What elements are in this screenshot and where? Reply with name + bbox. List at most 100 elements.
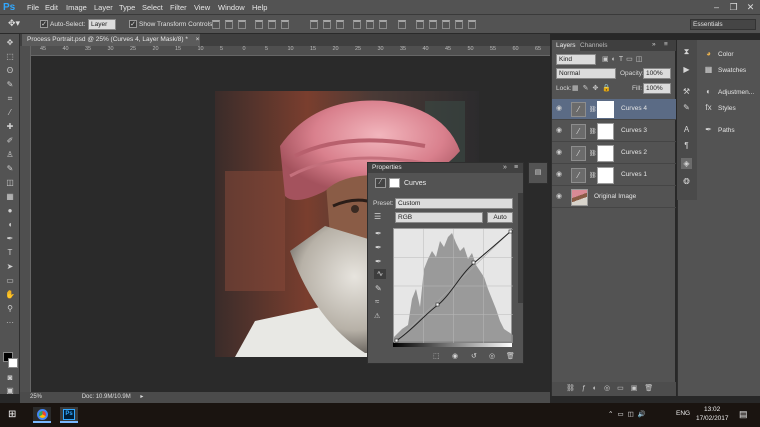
link-chain-icon[interactable]: ⛓ — [589, 106, 597, 113]
photoshop-taskbar-button[interactable]: Ps — [60, 407, 78, 423]
play-actions-icon[interactable]: ▶ — [681, 64, 692, 75]
align-vcenter-icon[interactable] — [225, 20, 233, 29]
clone-stamp-tool-icon[interactable]: ♙ — [4, 150, 16, 160]
kind-filter-dropdown[interactable]: Kind — [556, 54, 596, 65]
curves-adjustment-icon[interactable]: ⁄ — [375, 178, 386, 188]
image-thumbnail[interactable] — [571, 189, 588, 206]
distribute-bottom-icon[interactable] — [336, 20, 344, 29]
collapsed-panel-icon[interactable]: ▤ — [528, 162, 548, 184]
channel-dropdown[interactable]: RGB — [395, 212, 483, 223]
clock-time[interactable]: 13:02 — [704, 406, 720, 413]
dock-item-color[interactable]: Color — [718, 51, 734, 58]
layer-row[interactable]: ◉ ⁄ ⛓ Curves 3 — [552, 121, 676, 142]
eyedropper-tool-icon[interactable]: ⁄ — [4, 108, 16, 118]
lasso-tool-icon[interactable]: ʘ — [4, 66, 16, 76]
menu-image[interactable]: Image — [66, 0, 87, 15]
3d-rotate-icon[interactable] — [416, 20, 424, 29]
gradient-tool-icon[interactable]: ▦ — [4, 192, 16, 202]
link-chain-icon[interactable]: ⛓ — [589, 128, 597, 135]
background-color-swatch[interactable] — [8, 358, 18, 368]
visibility-eye-icon[interactable]: ◉ — [556, 127, 564, 135]
target-adjust-icon[interactable]: ☰ — [374, 212, 381, 221]
gray-point-eyedropper-icon[interactable]: ✒ — [375, 243, 382, 252]
auto-align-icon[interactable] — [398, 20, 406, 29]
auto-select-checkbox[interactable]: ✓ — [40, 20, 48, 28]
visibility-eye-icon[interactable]: ◉ — [556, 105, 564, 113]
menu-edit[interactable]: Edit — [45, 0, 58, 15]
dodge-tool-icon[interactable]: ◖ — [4, 220, 16, 230]
3d-slide-icon[interactable] — [455, 20, 463, 29]
opacity-field[interactable]: 100% — [643, 68, 671, 79]
paths-icon[interactable]: ✒ — [703, 124, 714, 135]
link-chain-icon[interactable]: ⛓ — [589, 172, 597, 179]
link-chain-icon[interactable]: ⛓ — [589, 150, 597, 157]
layer-mask-thumbnail[interactable] — [597, 167, 614, 184]
view-previous-icon[interactable]: ◉ — [452, 352, 458, 360]
layer-row[interactable]: ◉ ⁄ ⛓ Curves 2 — [552, 143, 676, 164]
path-select-tool-icon[interactable]: ➤ — [4, 262, 16, 272]
language-indicator[interactable]: ENG — [676, 410, 690, 417]
hand-tool-icon[interactable]: ✋ — [4, 290, 16, 300]
align-right-icon[interactable] — [281, 20, 289, 29]
clipping-warning-icon[interactable]: ⚠ — [374, 312, 380, 320]
white-point-eyedropper-icon[interactable]: ✒ — [375, 257, 382, 266]
3d-scale-icon[interactable] — [468, 20, 476, 29]
type-tool-icon[interactable]: T — [4, 248, 16, 258]
layer-row[interactable]: ◉ ⁄ ⛓ Curves 1 — [552, 165, 676, 186]
history-brush-tool-icon[interactable]: ✎ — [4, 164, 16, 174]
adjustments-icon[interactable]: ◐ — [703, 86, 714, 97]
color-icon[interactable]: ◕ — [703, 48, 714, 59]
quick-select-tool-icon[interactable]: ✎ — [4, 80, 16, 90]
delete-adjustment-icon[interactable]: 🗑 — [506, 352, 515, 360]
curve-draw-icon[interactable]: ✎ — [375, 284, 382, 293]
distribute-right-icon[interactable] — [379, 20, 387, 29]
menu-type[interactable]: Type — [119, 0, 135, 15]
swatches-icon[interactable]: ▦ — [703, 64, 714, 75]
layer-row[interactable]: ◉ Original Image — [552, 187, 676, 208]
workspace-dropdown[interactable]: Essentials — [690, 19, 756, 30]
visibility-eye-icon[interactable]: ◉ — [556, 171, 564, 179]
dock-item-swatches[interactable]: Swatches — [718, 67, 746, 74]
layer-row[interactable]: ◉ ⁄ ⛓ Curves 4 — [552, 99, 676, 120]
panel-menu-icon[interactable]: ≡ — [664, 41, 668, 48]
close-tab-icon[interactable]: × — [196, 36, 200, 43]
system-tray-icons[interactable]: ⌃▭◫🔊 — [608, 410, 650, 418]
distribute-vcenter-icon[interactable] — [323, 20, 331, 29]
align-left-icon[interactable] — [255, 20, 263, 29]
styles-icon[interactable]: fx — [703, 102, 714, 113]
move-tool-icon[interactable]: ✥ — [4, 38, 16, 48]
visibility-eye-icon[interactable]: ◉ — [556, 149, 564, 157]
auto-button[interactable]: Auto — [487, 212, 513, 223]
fill-field[interactable]: 100% — [643, 83, 671, 94]
paragraph-icon[interactable]: ¶ — [681, 140, 692, 151]
layers-dock-icon[interactable]: ◈ — [681, 158, 692, 169]
menu-help[interactable]: Help — [252, 0, 267, 15]
dock-item-adjustments[interactable]: Adjustmen... — [718, 89, 754, 96]
curve-edit-points-icon[interactable]: ∿ — [374, 269, 386, 279]
chrome-taskbar-button[interactable] — [33, 407, 51, 423]
windows-start-icon[interactable]: ⊞ — [8, 409, 16, 420]
zoom-level[interactable]: 25% — [30, 394, 42, 400]
blur-tool-icon[interactable]: ● — [4, 206, 16, 216]
restore-button[interactable]: ❐ — [725, 0, 742, 15]
visibility-eye-icon[interactable]: ◉ — [556, 193, 564, 201]
menu-view[interactable]: View — [194, 0, 210, 15]
notifications-icon[interactable]: ▤ — [739, 409, 748, 420]
reset-adjustment-icon[interactable]: ↺ — [471, 352, 477, 360]
collapse-panel-icon[interactable]: » — [503, 163, 507, 173]
dock-item-styles[interactable]: Styles — [718, 105, 736, 112]
panel-menu-icon[interactable]: ≡ — [514, 163, 518, 173]
menu-filter[interactable]: Filter — [170, 0, 187, 15]
lock-icons[interactable]: ▦✎✥🔒 — [572, 84, 615, 92]
3d-drag-icon[interactable] — [442, 20, 450, 29]
transform-controls-checkbox[interactable]: ✓ — [129, 20, 137, 28]
minimize-button[interactable]: – — [708, 0, 725, 15]
more-tools-icon[interactable]: ··· — [4, 318, 16, 328]
smooth-curve-icon[interactable]: ≈ — [375, 297, 379, 306]
shape-tool-icon[interactable]: ▭ — [4, 276, 16, 286]
eraser-tool-icon[interactable]: ◫ — [4, 178, 16, 188]
black-point-eyedropper-icon[interactable]: ✒ — [375, 229, 382, 238]
align-hcenter-icon[interactable] — [268, 20, 276, 29]
character-icon[interactable]: A — [681, 124, 692, 135]
collapse-panel-icon[interactable]: » — [652, 41, 656, 48]
